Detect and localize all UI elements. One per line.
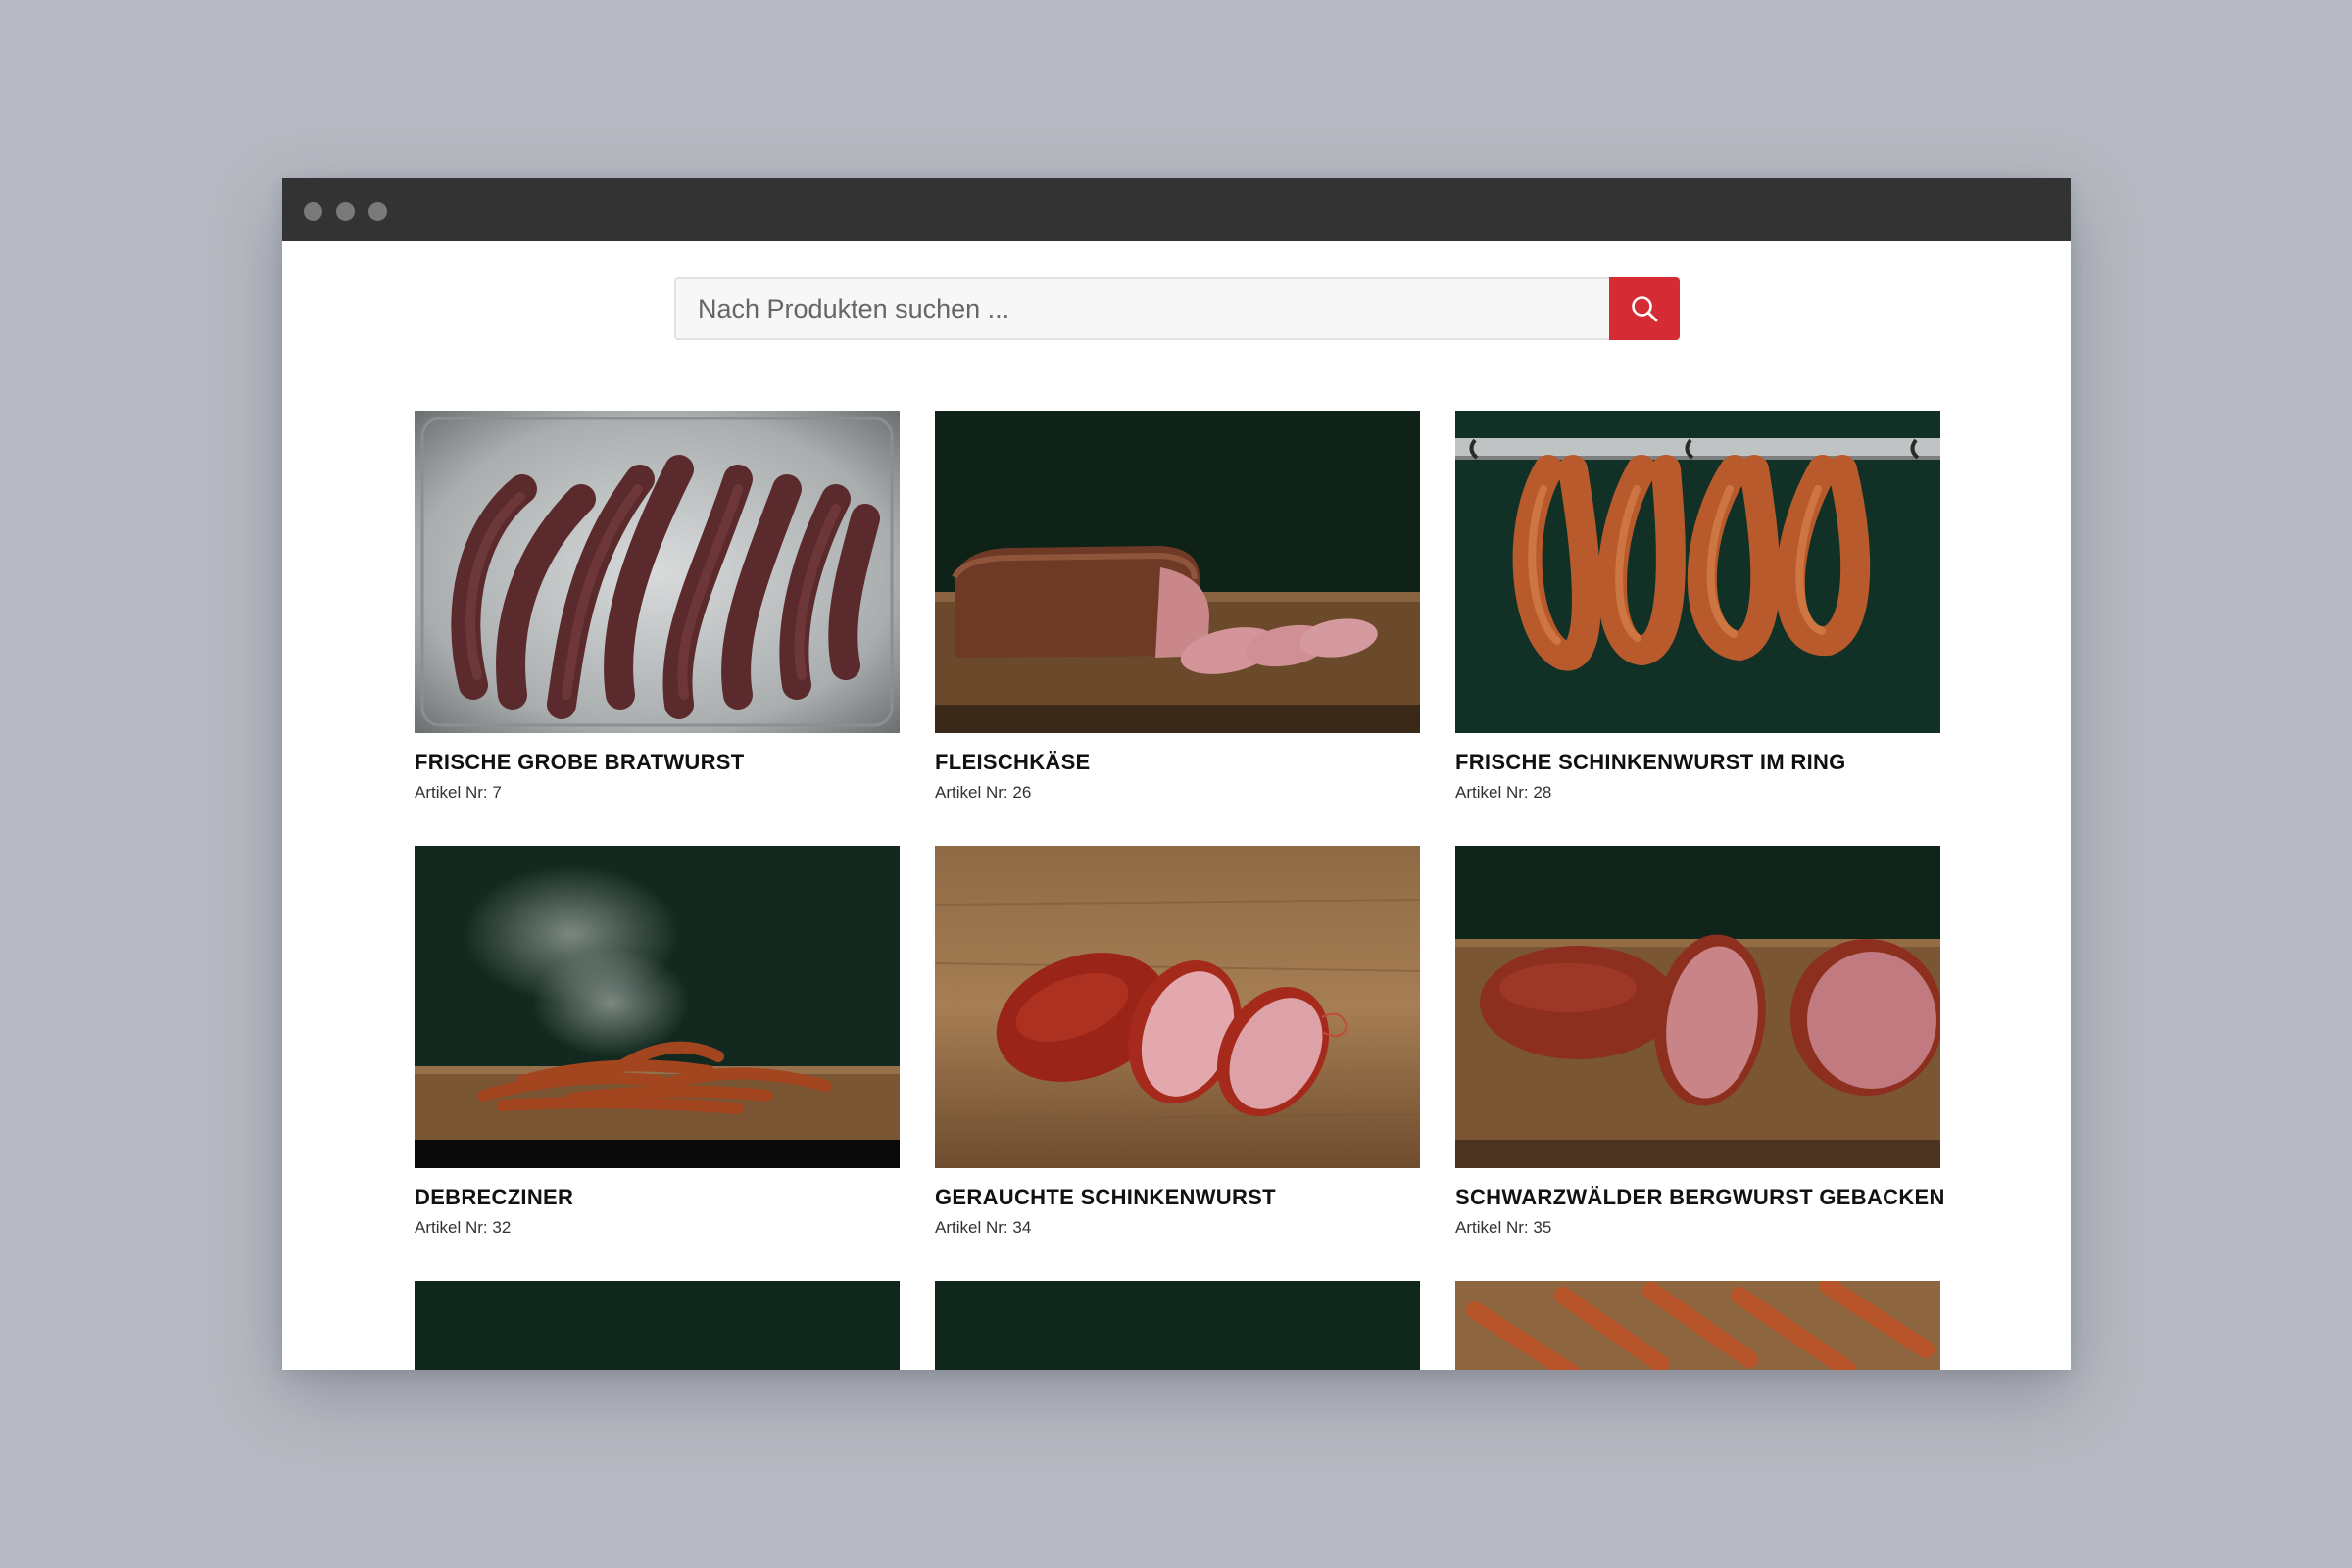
search-input[interactable] (674, 277, 1609, 340)
window-minimize-dot[interactable] (336, 202, 355, 220)
product-image-bergwurst[interactable] (1455, 846, 1940, 1168)
product-card[interactable]: DEBRECZINER Artikel Nr: 32 (415, 846, 900, 1238)
search-bar (674, 277, 1680, 340)
product-image-schinkenwurst-ring[interactable] (1455, 411, 1940, 733)
product-card[interactable]: GERAUCHTE SCHINKENWURST Artikel Nr: 34 (935, 846, 1420, 1238)
product-image-partial[interactable] (1455, 1281, 1940, 1370)
product-card[interactable]: FRISCHE GROBE BRATWURST Artikel Nr: 7 (415, 411, 900, 803)
product-image-fleischkaese[interactable] (935, 411, 1420, 733)
product-article-number: Artikel Nr: 32 (415, 1218, 512, 1237)
product-title[interactable]: SCHWARZWÄLDER BERGWURST GEBACKEN (1455, 1185, 1944, 1210)
product-title[interactable]: FLEISCHKÄSE (935, 750, 1420, 775)
product-title[interactable]: GERAUCHTE SCHINKENWURST (935, 1185, 1420, 1210)
product-article-number: Artikel Nr: 35 (1455, 1218, 1552, 1237)
window-maximize-dot[interactable] (368, 202, 387, 220)
product-card[interactable]: FRISCHE SCHINKENWURST IM RING Artikel Nr… (1455, 411, 1940, 803)
product-article-number: Artikel Nr: 34 (935, 1218, 1032, 1237)
search-icon (1630, 294, 1659, 323)
search-button[interactable] (1609, 277, 1680, 340)
product-card[interactable] (415, 1281, 900, 1370)
product-image-partial[interactable] (935, 1281, 1420, 1370)
browser-window: FRISCHE GROBE BRATWURST Artikel Nr: 7 (282, 178, 2071, 1370)
product-image-debrecziner[interactable] (415, 846, 900, 1168)
product-title[interactable]: DEBRECZINER (415, 1185, 900, 1210)
product-image-partial[interactable] (415, 1281, 900, 1370)
page-content: FRISCHE GROBE BRATWURST Artikel Nr: 7 (282, 241, 2071, 1370)
product-image-bratwurst[interactable] (415, 411, 900, 733)
product-image-geraeuchte-schinkenwurst[interactable] (935, 846, 1420, 1168)
product-card[interactable]: FLEISCHKÄSE Artikel Nr: 26 (935, 411, 1420, 803)
window-titlebar (282, 178, 2071, 241)
product-article-number: Artikel Nr: 26 (935, 783, 1032, 802)
product-article-number: Artikel Nr: 28 (1455, 783, 1552, 802)
window-close-dot[interactable] (304, 202, 322, 220)
product-card[interactable]: SCHWARZWÄLDER BERGWURST GEBACKEN Artikel… (1455, 846, 1944, 1238)
product-title[interactable]: FRISCHE SCHINKENWURST IM RING (1455, 750, 1940, 775)
product-card[interactable] (1455, 1281, 1940, 1370)
product-article-number: Artikel Nr: 7 (415, 783, 502, 802)
product-title[interactable]: FRISCHE GROBE BRATWURST (415, 750, 900, 775)
product-card[interactable] (935, 1281, 1420, 1370)
